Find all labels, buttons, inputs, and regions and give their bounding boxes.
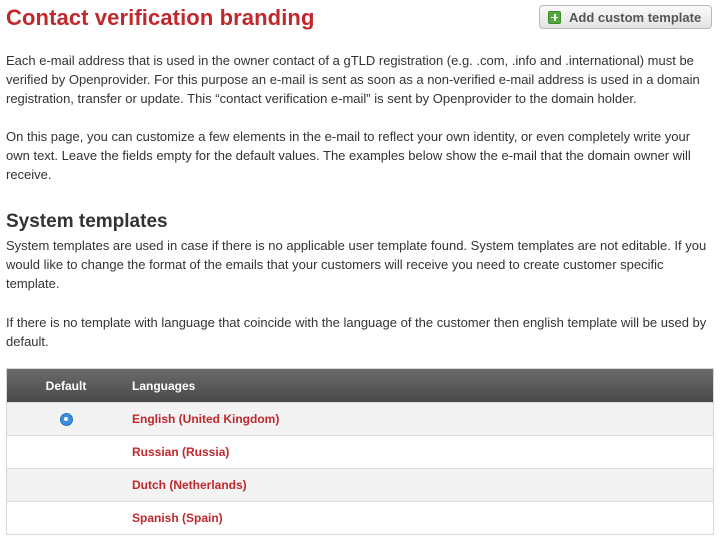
system-templates-paragraph-1: System templates are used in case if the… — [6, 238, 707, 291]
table-header: Default Languages — [7, 369, 713, 402]
table-row: Dutch (Netherlands) — [7, 468, 713, 501]
table-row: Russian (Russia) — [7, 435, 713, 468]
column-header-languages: Languages — [132, 378, 196, 393]
table-row: English (United Kingdom) — [7, 402, 713, 435]
language-link[interactable]: Russian (Russia) — [125, 445, 229, 459]
default-radio-icon[interactable] — [59, 412, 73, 426]
language-link[interactable]: Dutch (Netherlands) — [125, 478, 247, 492]
language-link[interactable]: Spanish (Spain) — [125, 511, 223, 525]
add-custom-template-button[interactable]: Add custom template — [539, 5, 712, 29]
table-row: Spanish (Spain) — [7, 501, 713, 534]
page-title: Contact verification branding — [6, 5, 315, 30]
intro-paragraph-2: On this page, you can customize a few el… — [6, 129, 691, 182]
plus-icon — [548, 10, 561, 24]
default-cell — [7, 412, 125, 426]
templates-table: Default Languages English (United Kingdo… — [6, 368, 714, 535]
intro-paragraph-1: Each e-mail address that is used in the … — [6, 53, 700, 106]
add-custom-template-label: Add custom template — [569, 9, 702, 25]
section-title-system-templates: System templates — [6, 211, 168, 232]
language-link[interactable]: English (United Kingdom) — [125, 412, 279, 426]
column-header-default: Default — [45, 378, 87, 393]
system-templates-paragraph-2: If there is no template with language th… — [6, 315, 707, 349]
